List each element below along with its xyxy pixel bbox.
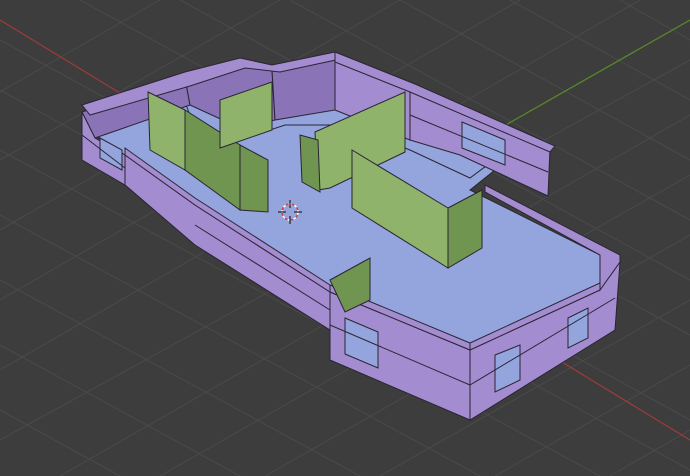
viewport-scene[interactable] bbox=[0, 0, 690, 476]
3d-viewport[interactable] bbox=[0, 0, 690, 476]
